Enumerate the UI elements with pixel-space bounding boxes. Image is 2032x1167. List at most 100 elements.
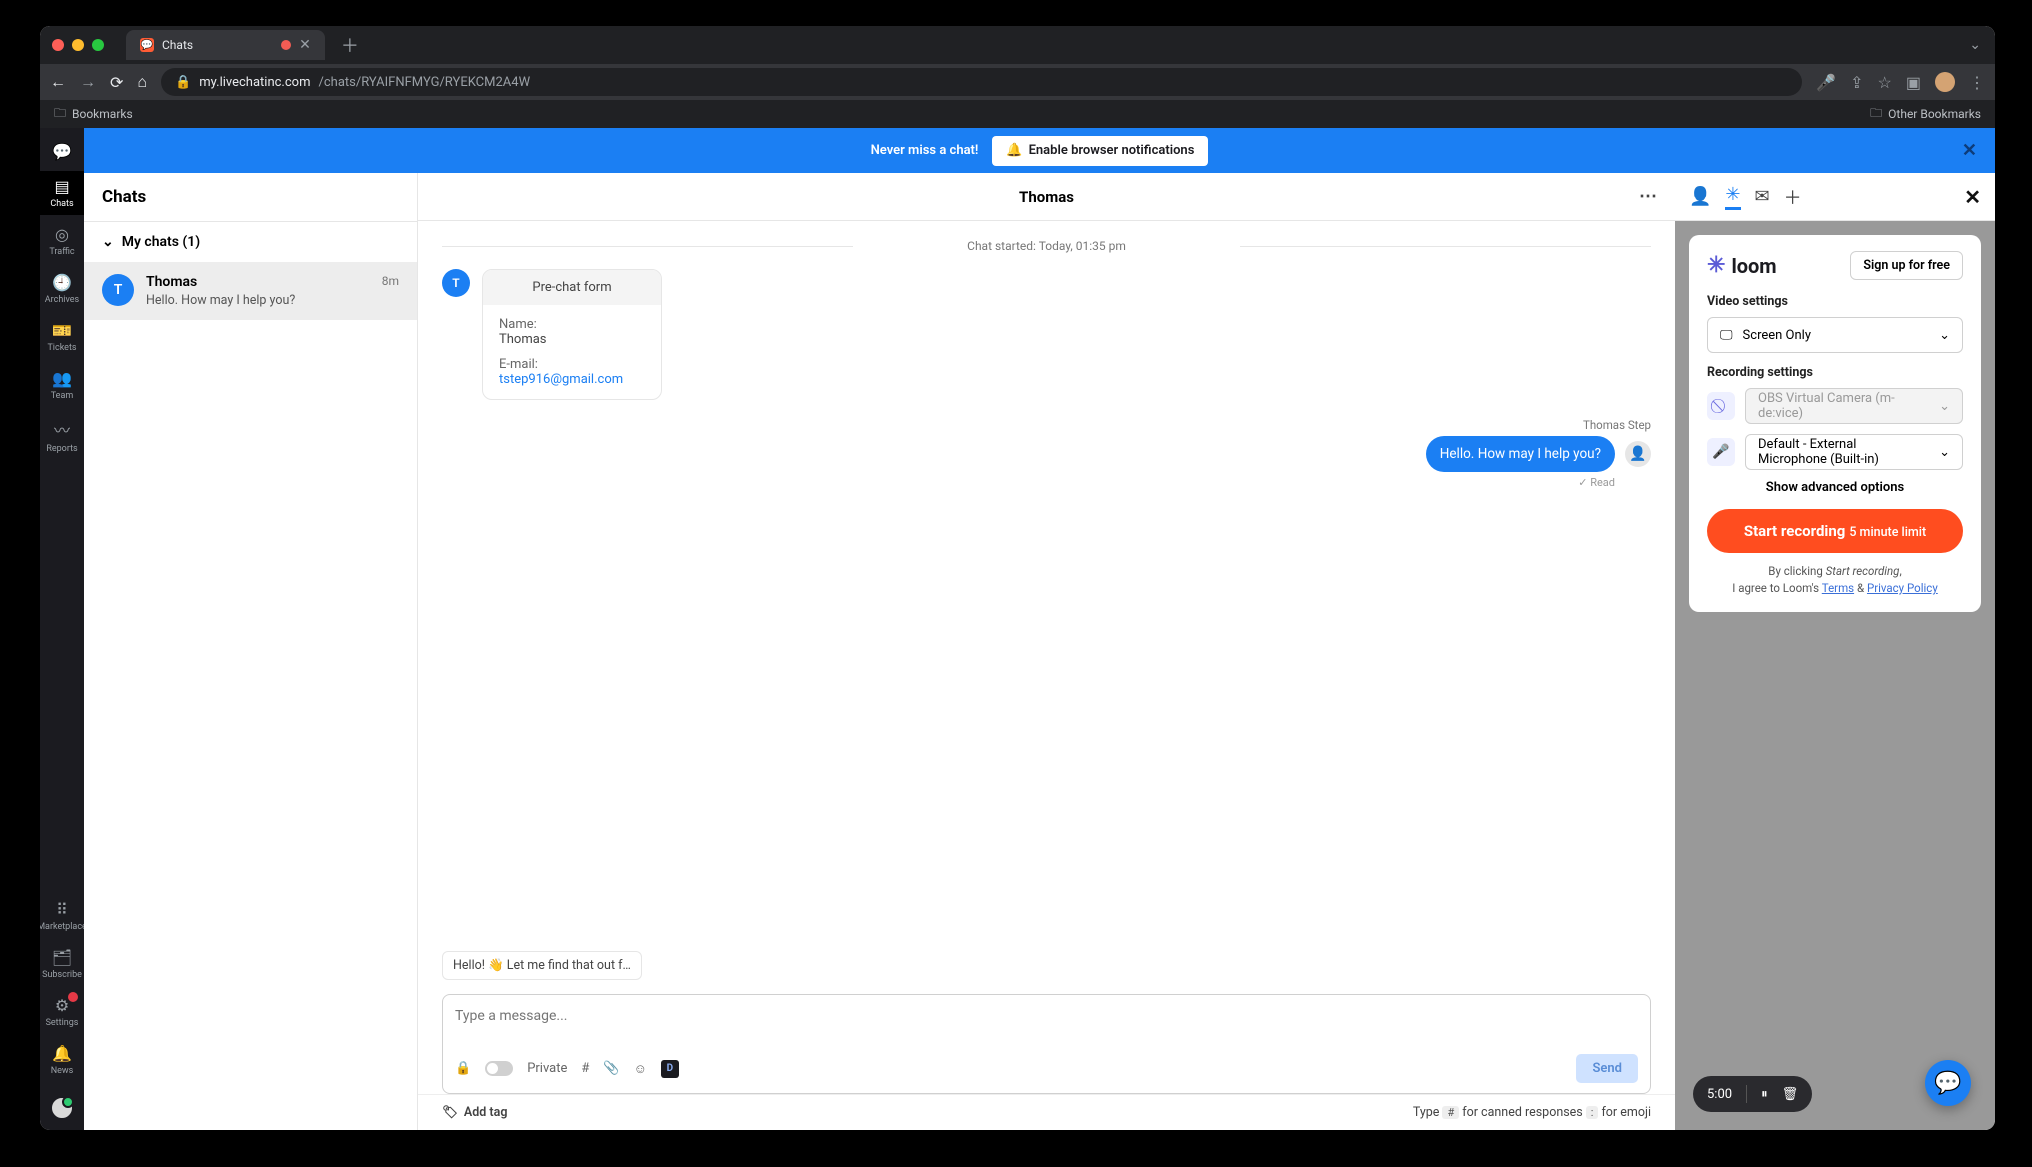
message-input[interactable] (455, 1008, 1638, 1024)
chat-thread: Thomas ⋯ Chat started: Today, 01:35 pm T… (418, 173, 1675, 1130)
recording-settings-label: Recording settings (1707, 365, 1963, 380)
banner-close-icon[interactable]: ✕ (1962, 140, 1977, 161)
back-button[interactable]: ← (50, 72, 66, 92)
browser-tab[interactable]: 💬 Chats ✕ (126, 30, 325, 60)
close-panel-icon[interactable]: ✕ (1964, 185, 1981, 209)
loom-signup-button[interactable]: Sign up for free (1850, 251, 1963, 280)
advanced-options-toggle[interactable]: Show advanced options (1707, 480, 1963, 495)
share-icon[interactable]: ⇪ (1850, 73, 1863, 92)
help-chat-fab[interactable]: 💬 (1925, 1060, 1971, 1106)
thread-title: Thomas (1019, 188, 1074, 206)
banner-text: Never miss a chat! (871, 143, 979, 158)
chevron-down-icon: ⌄ (1939, 445, 1950, 460)
mic-icon[interactable]: 🎤 (1707, 438, 1735, 466)
reload-button[interactable]: ⟳ (110, 73, 123, 92)
send-button[interactable]: Send (1576, 1054, 1638, 1083)
subscribe-icon: 🗂 (52, 948, 72, 967)
chat-group-toggle[interactable]: ⌄ My chats (1) (84, 222, 417, 262)
trash-icon[interactable]: 🗑 (1782, 1087, 1799, 1102)
close-tab-icon[interactable]: ✕ (299, 37, 311, 53)
bookmarks-folder[interactable]: Bookmarks (72, 107, 133, 121)
camera-select[interactable]: OBS Virtual Camera (m-de:vice) ⌄ (1745, 388, 1963, 424)
nav-archives[interactable]: 🕘Archives (40, 267, 84, 311)
nav-reports[interactable]: 〰Reports (40, 411, 84, 460)
recording-control-pill: 5:00 ⏸ 🗑 (1693, 1076, 1812, 1112)
name-value: Thomas (499, 332, 645, 347)
start-recording-button[interactable]: Start recording5 minute limit (1707, 509, 1963, 553)
tag-icon-plus: 🏷 (442, 1105, 458, 1120)
chat-started-label: Chat started: Today, 01:35 pm (442, 239, 1651, 253)
tabs-overflow-icon[interactable]: ⌄ (1969, 37, 1981, 53)
email-value[interactable]: tstep916@gmail.com (499, 372, 623, 387)
pause-icon[interactable]: ⏸ (1761, 1087, 1768, 1102)
agent-message: Thomas Step Hello. How may I help you? 👤… (1426, 418, 1651, 489)
speech-icon: 💬 (52, 142, 72, 161)
private-toggle[interactable] (485, 1061, 513, 1076)
loom-tab-icon[interactable]: ✳ (1725, 184, 1740, 210)
enable-notifications-button[interactable]: 🔔 Enable browser notifications (992, 136, 1208, 166)
chat-preview: Hello. How may I help you? (146, 293, 370, 308)
customer-info-tab-icon[interactable]: 👤 (1689, 186, 1711, 207)
nav-livechat-logo[interactable]: 💬 (40, 136, 84, 167)
loom-mark-icon: ✳ (1707, 253, 1725, 278)
loom-card: ✳loom Sign up for free Video settings 🖵 … (1689, 235, 1981, 612)
message-composer[interactable]: 🔒 Private # 📎 ☺ D Send (442, 994, 1651, 1094)
folder-icon: 🗀 (54, 104, 66, 125)
other-bookmarks[interactable]: Other Bookmarks (1888, 107, 1981, 121)
chevron-down-icon: ⌄ (1939, 399, 1950, 414)
nav-tickets[interactable]: 🎫Tickets (40, 315, 84, 359)
gear-icon: ⚙ (55, 996, 69, 1015)
agent-avatar-icon: 👤 (1625, 441, 1651, 467)
hash-icon[interactable]: # (581, 1061, 589, 1076)
nav-team[interactable]: 👥Team (40, 363, 84, 407)
url-path: /chats/RYAIFNFMYG/RYEKCM2A4W (318, 75, 530, 90)
hint-text: Type#for canned responses:for emoji (1413, 1105, 1651, 1120)
video-settings-label: Video settings (1707, 294, 1963, 309)
private-label: Private (527, 1061, 567, 1076)
emoji-icon[interactable]: ☺ (634, 1061, 647, 1077)
timer-label: 5:00 (1707, 1087, 1732, 1102)
lock-icon: 🔒 (175, 75, 191, 90)
thread-more-icon[interactable]: ⋯ (1639, 186, 1659, 207)
new-tab-button[interactable]: ＋ (341, 32, 359, 58)
customer-avatar: T (442, 269, 470, 297)
archives-icon: 🕘 (52, 273, 72, 292)
bookmarks-bar: 🗀 Bookmarks 🗀 Other Bookmarks (40, 100, 1995, 128)
home-button[interactable]: ⌂ (137, 72, 147, 92)
chat-list-item[interactable]: T Thomas Hello. How may I help you? 8m (84, 262, 417, 320)
agent-avatar[interactable] (50, 1096, 74, 1120)
add-tab-icon[interactable]: ＋ (1784, 184, 1802, 210)
terms-link[interactable]: Terms (1822, 581, 1854, 595)
voice-search-icon[interactable]: 🎤 (1816, 73, 1836, 92)
prechat-form-message: T Pre-chat form Name: Thomas E-mail: tst… (442, 269, 1651, 400)
bookmark-star-icon[interactable]: ☆ (1878, 73, 1892, 92)
camera-off-icon[interactable]: ⃠ (1707, 392, 1735, 420)
window-traffic-lights[interactable] (52, 39, 104, 51)
profile-avatar[interactable] (1935, 72, 1955, 92)
nav-chats[interactable]: ▤Chats (40, 171, 84, 215)
bell-icon: 🔔 (52, 1044, 72, 1063)
add-tag-button[interactable]: Add tag (464, 1105, 508, 1120)
privacy-link[interactable]: Privacy Policy (1867, 581, 1938, 595)
nav-traffic[interactable]: ◎Traffic (40, 219, 84, 263)
chrome-menu-icon[interactable]: ⋮ (1969, 73, 1985, 92)
chats-icon: ▤ (54, 177, 69, 196)
app-integration-icon[interactable]: D (661, 1060, 679, 1078)
mic-select[interactable]: Default - External Microphone (Built-in)… (1745, 434, 1963, 470)
nav-settings[interactable]: ⚙Settings (40, 990, 84, 1034)
chevron-down-icon: ⌄ (102, 234, 114, 250)
message-bubble: Hello. How may I help you? (1426, 436, 1615, 472)
nav-marketplace[interactable]: ⠿Marketplace (40, 894, 84, 938)
video-mode-select[interactable]: 🖵 Screen Only ⌄ (1707, 317, 1963, 353)
right-panel-tabs: 👤 ✳ ✉ ＋ ✕ (1675, 173, 1995, 221)
attach-icon[interactable]: 📎 (603, 1061, 619, 1076)
tab-title: Chats (162, 38, 193, 52)
email-tab-icon[interactable]: ✉ (1755, 186, 1770, 207)
nav-subscribe[interactable]: 🗂Subscribe (40, 942, 84, 986)
thread-footer: 🏷 Add tag Type#for canned responses:for … (418, 1094, 1675, 1130)
forward-button[interactable]: → (80, 72, 96, 92)
reply-suggestion[interactable]: Hello! 👋 Let me find that out f… (442, 951, 642, 980)
panel-icon[interactable]: ▣ (1906, 73, 1921, 92)
url-field[interactable]: 🔒 my.livechatinc.com/chats/RYAIFNFMYG/RY… (161, 68, 1802, 96)
nav-news[interactable]: 🔔News (40, 1038, 84, 1082)
